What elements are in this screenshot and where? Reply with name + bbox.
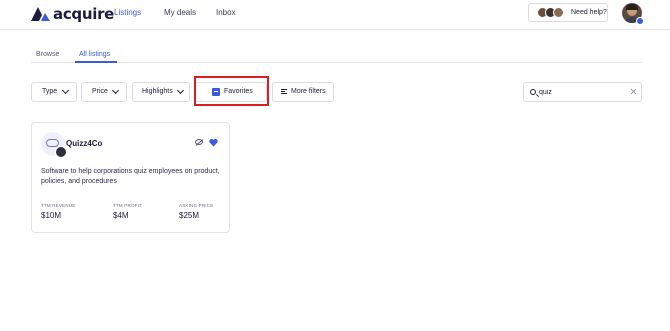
tab-browse[interactable]: Browse <box>36 51 59 58</box>
type-filter[interactable]: Type <box>31 82 77 102</box>
need-help-button[interactable]: Need help? <box>528 3 608 22</box>
listing-description: Software to help corporations quiz emplo… <box>41 168 220 185</box>
nav-inbox[interactable]: Inbox <box>216 8 236 17</box>
search-icon <box>530 89 536 95</box>
more-filters-label: More filters <box>291 88 326 95</box>
listing-logo <box>41 132 67 158</box>
active-tab-indicator <box>75 61 117 63</box>
nav-my-deals[interactable]: My deals <box>164 8 196 17</box>
acquire-logo-icon <box>31 7 50 21</box>
metric-value: $25M <box>179 211 200 220</box>
metric-label: TTM PROFIT <box>113 203 142 208</box>
metric-label: TTM REVENUE <box>41 203 76 208</box>
chevron-down-icon <box>61 86 70 95</box>
highlights-filter-label: Highlights <box>142 88 173 95</box>
tab-all-listings[interactable]: All listings <box>79 51 110 58</box>
metric-ttm-profit: TTM PROFIT $4M <box>113 203 142 220</box>
support-avatars <box>537 7 567 19</box>
close-icon[interactable] <box>630 88 638 96</box>
eye-off-icon[interactable] <box>195 139 203 145</box>
nav-listings[interactable]: Listings <box>114 8 141 17</box>
top-header: acquire Listings My deals Inbox Need hel… <box>0 0 670 30</box>
price-filter-label: Price <box>92 88 108 95</box>
chevron-down-icon <box>176 86 185 95</box>
metric-label: ASKING PRICE <box>179 203 214 208</box>
listing-card[interactable]: Quizz4Co Software to help corporations q… <box>31 122 230 233</box>
price-filter[interactable]: Price <box>81 82 127 102</box>
more-filters-button[interactable]: More filters <box>272 82 334 102</box>
metric-asking-price: ASKING PRICE $25M <box>179 203 213 220</box>
listing-tabs: Browse All listings <box>31 48 642 63</box>
chevron-down-icon <box>111 86 120 95</box>
metric-value: $4M <box>113 211 129 220</box>
support-avatar <box>553 7 564 18</box>
user-status-badge <box>636 17 644 25</box>
brand-logo[interactable]: acquire <box>31 5 114 23</box>
highlights-filter[interactable]: Highlights <box>132 82 190 102</box>
type-filter-label: Type <box>42 88 58 95</box>
need-help-label: Need help? <box>571 9 607 16</box>
metric-value: $10M <box>41 211 62 220</box>
heart-icon[interactable] <box>209 138 218 147</box>
sliders-icon <box>281 89 287 95</box>
search-box[interactable] <box>523 82 642 102</box>
favorites-highlight-box <box>194 76 269 106</box>
metric-ttm-revenue: TTM REVENUE $10M <box>41 203 75 220</box>
brand-name: acquire <box>53 5 115 23</box>
listing-title[interactable]: Quizz4Co <box>66 139 102 148</box>
search-input[interactable] <box>539 87 619 98</box>
